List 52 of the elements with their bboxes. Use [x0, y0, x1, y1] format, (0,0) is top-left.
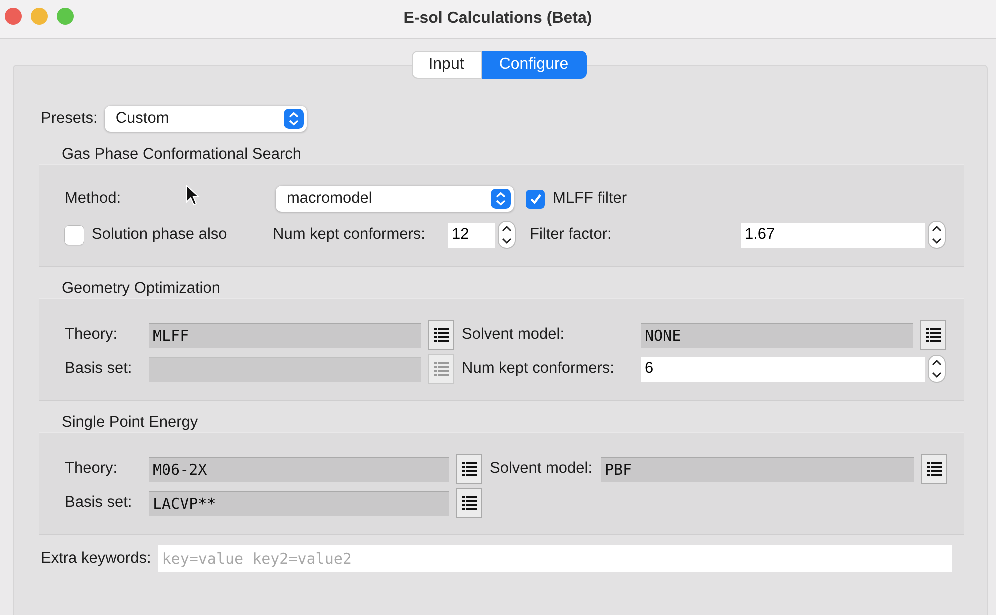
- field-label: Method:: [65, 190, 122, 207]
- text-field[interactable]: PBF: [601, 456, 914, 482]
- number-field[interactable]: 6: [641, 356, 925, 382]
- field-label: Extra keywords:: [41, 550, 152, 568]
- dropdown-arrows-icon[interactable]: [491, 189, 511, 209]
- list-icon: [432, 326, 450, 344]
- list-button[interactable]: [456, 488, 482, 518]
- field-label: Basis set:: [65, 360, 132, 377]
- text-field[interactable]: NONE: [641, 322, 913, 348]
- list-icon: [432, 360, 450, 378]
- tab[interactable]: Configure: [482, 51, 586, 79]
- list-icon: [460, 460, 478, 478]
- text-field[interactable]: LACVP**: [149, 490, 449, 516]
- field-label: Basis set:: [65, 494, 132, 511]
- window-title: E-sol Calculations (Beta): [404, 10, 592, 28]
- list-icon: [924, 326, 942, 344]
- stepper-icon[interactable]: [928, 221, 946, 249]
- list-button[interactable]: [920, 320, 946, 350]
- field-label: Filter factor:: [530, 226, 612, 243]
- number-field[interactable]: 1.67: [741, 222, 925, 248]
- list-button[interactable]: [456, 454, 482, 484]
- list-icon: [460, 494, 478, 512]
- group-title: Gas Phase Conformational Search: [61, 145, 303, 165]
- group-title: Geometry Optimization: [61, 279, 222, 299]
- field-label: Num kept conformers:: [462, 360, 614, 377]
- text-field[interactable]: MLFF: [149, 322, 421, 348]
- stepper-icon[interactable]: [498, 221, 516, 249]
- stepper-icon[interactable]: [928, 355, 946, 383]
- field-label: Solvent model:: [462, 326, 565, 343]
- checkmark-icon: [528, 192, 542, 206]
- keywords-field[interactable]: key=value key2=value2: [158, 545, 952, 572]
- dropdown[interactable]: macromodel: [276, 186, 514, 212]
- checkbox-label: MLFF filter: [553, 190, 628, 208]
- field-label: Presets:: [41, 110, 98, 128]
- number-field[interactable]: 12: [448, 222, 495, 248]
- dropdown-arrows-icon[interactable]: [284, 109, 304, 129]
- field-label: Solvent model:: [490, 460, 593, 477]
- close-button[interactable]: [5, 8, 22, 25]
- pointer-icon: [186, 185, 200, 207]
- list-button[interactable]: [428, 320, 454, 350]
- tab[interactable]: Input: [412, 51, 482, 79]
- checkbox[interactable]: [526, 190, 545, 208]
- field-label: Theory:: [65, 460, 118, 477]
- text-field[interactable]: M06-2X: [149, 456, 449, 482]
- field-label: Theory:: [65, 326, 118, 343]
- field-label: Num kept conformers:: [273, 226, 426, 243]
- checkbox-label: Solution phase also: [92, 226, 228, 244]
- list-icon: [926, 460, 942, 478]
- group-title: Single Point Energy: [61, 413, 200, 433]
- list-button[interactable]: [921, 454, 947, 484]
- dropdown[interactable]: Custom: [104, 106, 307, 132]
- checkbox[interactable]: [65, 226, 84, 244]
